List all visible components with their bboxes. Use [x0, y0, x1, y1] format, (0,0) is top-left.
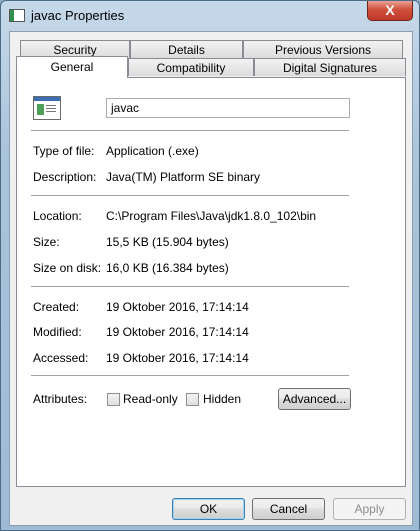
dialog-client-area: Security Details Previous Versions Gener… — [9, 31, 413, 526]
created-value: 19 Oktober 2016, 17:14:14 — [106, 300, 249, 314]
advanced-button[interactable]: Advanced... — [278, 388, 351, 410]
tab-digital-signatures[interactable]: Digital Signatures — [254, 58, 406, 76]
separator — [31, 195, 349, 196]
location-label: Location: — [33, 209, 82, 223]
accessed-label: Accessed: — [33, 351, 89, 365]
cancel-button[interactable]: Cancel — [252, 498, 325, 520]
description-label: Description: — [33, 170, 97, 184]
file-name-input[interactable] — [106, 98, 350, 118]
type-of-file-value: Application (.exe) — [106, 144, 199, 158]
window-title: javac Properties — [31, 8, 125, 23]
type-of-file-label: Type of file: — [33, 144, 95, 158]
title-bar[interactable]: javac Properties X — [1, 1, 419, 31]
attributes-label: Attributes: — [33, 392, 88, 406]
accessed-value: 19 Oktober 2016, 17:14:14 — [106, 351, 249, 365]
tab-details[interactable]: Details — [130, 40, 243, 58]
tab-general[interactable]: General — [16, 56, 128, 78]
close-button[interactable]: X — [367, 1, 413, 21]
description-value: Java(TM) Platform SE binary — [106, 170, 261, 184]
size-on-disk-value: 16,0 KB (16.384 bytes) — [106, 261, 229, 275]
separator — [31, 375, 349, 376]
modified-value: 19 Oktober 2016, 17:14:14 — [106, 325, 249, 339]
separator — [31, 286, 349, 287]
tab-compatibility[interactable]: Compatibility — [128, 58, 254, 76]
location-value: C:\Program Files\Java\jdk1.8.0_102\bin — [106, 209, 317, 223]
modified-label: Modified: — [33, 325, 82, 339]
tab-previous-versions[interactable]: Previous Versions — [243, 40, 403, 58]
separator — [31, 130, 349, 131]
hidden-label[interactable]: Hidden — [203, 392, 241, 406]
app-icon — [9, 9, 25, 22]
size-label: Size: — [33, 235, 60, 249]
size-value: 15,5 KB (15.904 bytes) — [106, 235, 229, 249]
ok-button[interactable]: OK — [172, 498, 245, 520]
size-on-disk-label: Size on disk: — [33, 261, 102, 275]
general-panel: Type of file: Application (.exe) Descrip… — [16, 77, 406, 487]
read-only-checkbox[interactable] — [107, 393, 120, 406]
application-file-icon — [33, 96, 61, 120]
created-label: Created: — [33, 300, 80, 314]
hidden-checkbox[interactable] — [186, 393, 199, 406]
properties-window: javac Properties X Security Details Prev… — [0, 0, 420, 531]
apply-button[interactable]: Apply — [333, 498, 406, 520]
read-only-label[interactable]: Read-only — [123, 392, 178, 406]
